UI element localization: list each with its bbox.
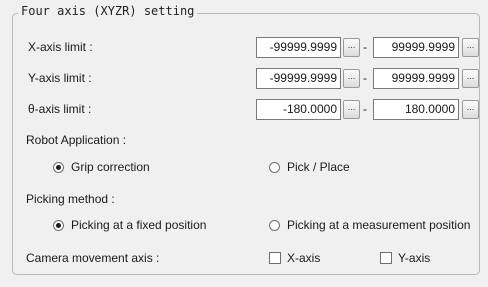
radio-picking-fixed-position-label: Picking at a fixed position [71, 218, 207, 232]
robot-application-label: Robot Application : [26, 133, 127, 147]
theta-axis-min-field[interactable]: -180.0000 [256, 99, 341, 120]
radio-grip-correction[interactable]: Grip correction [53, 160, 150, 174]
y-axis-max-field[interactable]: 99999.9999 [373, 68, 459, 89]
checkbox-y-axis[interactable]: Y-axis [380, 251, 430, 265]
y-axis-min-button[interactable]: ... [343, 69, 360, 88]
checkbox-x-axis-box[interactable] [269, 252, 281, 264]
radio-indicator[interactable] [269, 161, 280, 173]
checkbox-x-axis[interactable]: X-axis [269, 251, 320, 265]
radio-picking-measurement-position[interactable]: Picking at a measurement position [269, 218, 470, 232]
theta-axis-range-separator: - [363, 102, 367, 116]
x-axis-min-button[interactable]: ... [343, 38, 360, 57]
picking-method-label: Picking method : [26, 192, 115, 206]
checkbox-y-axis-label: Y-axis [398, 251, 431, 265]
radio-picking-fixed-position[interactable]: Picking at a fixed position [53, 218, 206, 232]
y-axis-limit-label: Y-axis limit : [28, 71, 92, 85]
radio-indicator[interactable] [269, 219, 280, 231]
radio-pick-place-label: Pick / Place [287, 160, 350, 174]
checkbox-x-axis-label: X-axis [287, 251, 321, 265]
y-axis-max-button[interactable]: ... [462, 69, 479, 88]
x-axis-max-field[interactable]: 99999.9999 [373, 37, 459, 58]
y-axis-range-separator: - [363, 71, 367, 85]
radio-picking-measurement-position-label: Picking at a measurement position [287, 218, 471, 232]
radio-selected-indicator[interactable] [53, 161, 64, 173]
camera-movement-axis-label: Camera movement axis : [26, 251, 160, 265]
radio-pick-place[interactable]: Pick / Place [269, 160, 350, 174]
theta-axis-min-button[interactable]: ... [343, 100, 360, 119]
theta-axis-limit-label: θ-axis limit : [28, 102, 92, 116]
group-title: Four axis (XYZR) setting [18, 4, 198, 18]
y-axis-min-field[interactable]: -99999.9999 [256, 68, 341, 89]
x-axis-limit-label: X-axis limit : [28, 40, 93, 54]
theta-axis-max-field[interactable]: 180.0000 [373, 99, 459, 120]
checkbox-y-axis-box[interactable] [380, 252, 392, 264]
x-axis-range-separator: - [363, 40, 367, 54]
radio-selected-indicator[interactable] [53, 219, 64, 231]
x-axis-max-button[interactable]: ... [462, 38, 479, 57]
x-axis-min-field[interactable]: -99999.9999 [256, 37, 341, 58]
theta-axis-max-button[interactable]: ... [462, 100, 479, 119]
radio-grip-correction-label: Grip correction [71, 160, 150, 174]
